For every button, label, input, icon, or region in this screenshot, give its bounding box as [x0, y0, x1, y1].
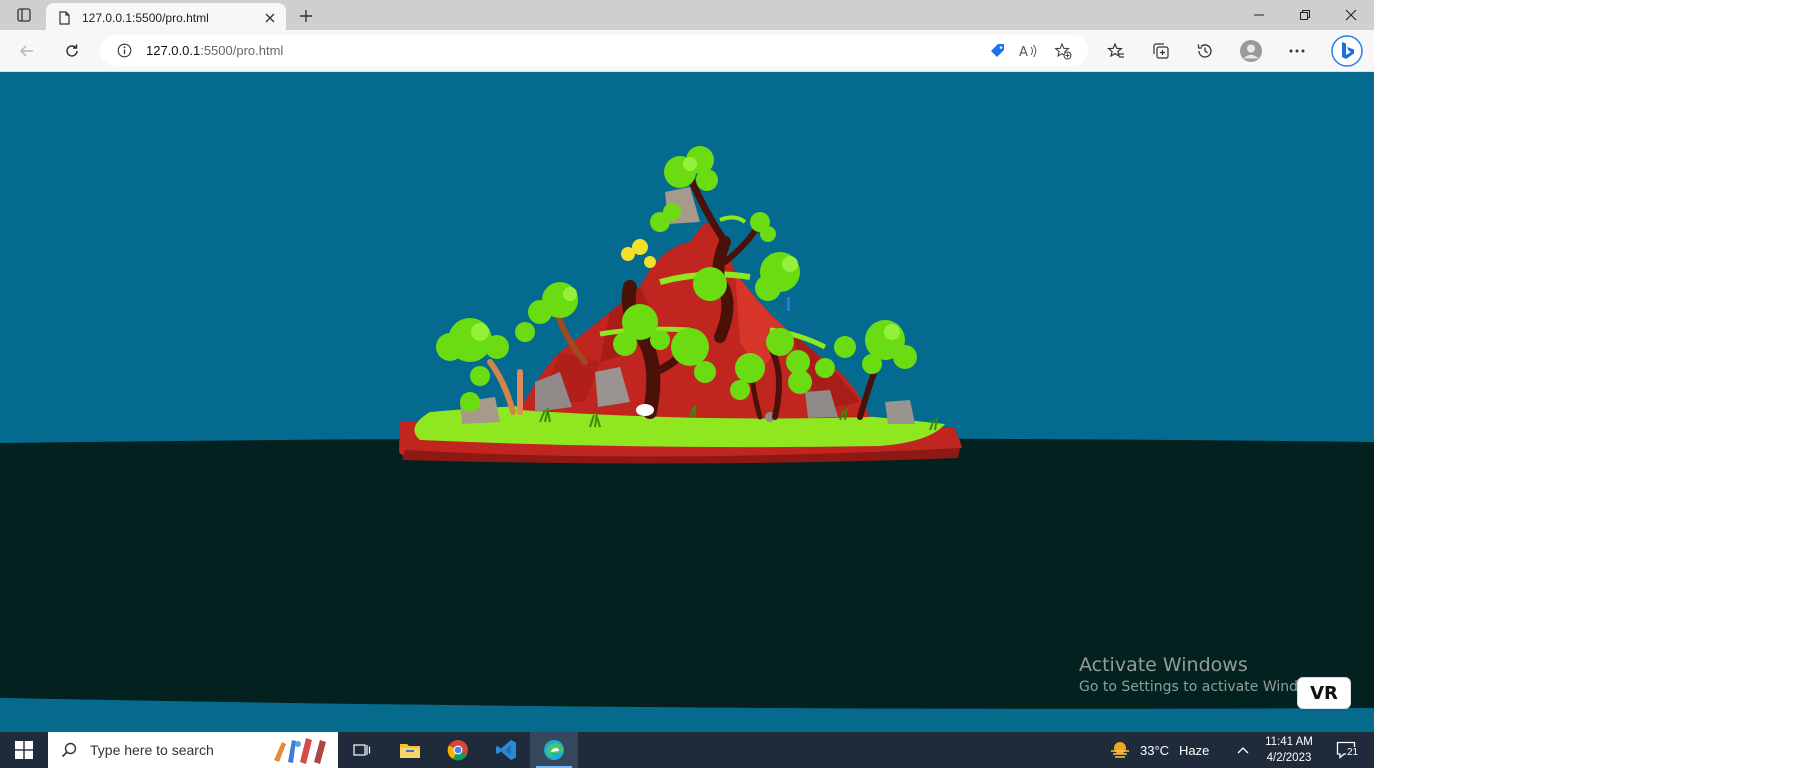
tray-clock[interactable]: 11:41 AM 4/2/2023	[1258, 732, 1320, 768]
info-icon[interactable]	[116, 43, 132, 59]
close-icon[interactable]	[258, 6, 282, 30]
clock-time: 11:41 AM	[1265, 736, 1313, 748]
webgl-canvas[interactable]: Activate Windows Go to Settings to activ…	[0, 72, 1374, 732]
profile-icon[interactable]	[1236, 36, 1266, 66]
vscode-icon[interactable]	[482, 732, 530, 768]
weather-temperature: 33°C	[1140, 742, 1170, 758]
url-text[interactable]: 127.0.0.1:5500/pro.html	[146, 43, 283, 58]
sheep	[636, 404, 654, 416]
page-icon	[58, 11, 70, 25]
minimize-icon[interactable]	[1236, 0, 1282, 30]
chevron-up-icon[interactable]	[1232, 732, 1254, 768]
svg-text:A: A	[1019, 45, 1028, 59]
weather-condition: Haze	[1179, 742, 1210, 758]
collections-icon[interactable]	[1146, 36, 1176, 66]
read-aloud-icon[interactable]: A	[1017, 41, 1039, 61]
tab-actions-icon[interactable]	[4, 0, 44, 30]
weather-haze-icon	[1108, 739, 1132, 762]
search-highlight-illustration	[274, 738, 326, 764]
search-placeholder: Type here to search	[90, 742, 214, 758]
windows-logo-icon[interactable]	[0, 732, 48, 768]
yellow-tree-foliage	[621, 239, 656, 268]
browser-toolbar: 127.0.0.1:5500/pro.html A	[0, 30, 1374, 72]
plus-icon[interactable]	[292, 3, 320, 29]
active-tab[interactable]: 127.0.0.1:5500/pro.html	[46, 3, 286, 33]
add-favorite-icon[interactable]	[1052, 41, 1074, 61]
url-host: 127.0.0.1	[146, 43, 201, 58]
more-icon[interactable]	[1282, 36, 1312, 66]
url-path: :5500/pro.html	[200, 43, 284, 58]
history-icon[interactable]	[1190, 36, 1220, 66]
restore-icon[interactable]	[1282, 0, 1328, 30]
vr-button[interactable]: VR	[1297, 677, 1351, 709]
edge-icon[interactable]	[530, 732, 578, 768]
tab-title: 127.0.0.1:5500/pro.html	[82, 11, 209, 25]
desktop-screen: 127.0.0.1:5500/pro.html 127.0.0.1:5500/p…	[0, 0, 1374, 768]
notification-count: 21	[1346, 747, 1360, 758]
back-arrow-icon[interactable]	[12, 36, 42, 66]
clock-date: 4/2/2023	[1266, 752, 1312, 764]
search-icon	[60, 741, 78, 759]
address-bar[interactable]: 127.0.0.1:5500/pro.html A	[100, 35, 1088, 66]
taskbar: Type here to search 33°C Haze 11:41 AM 4…	[0, 732, 1374, 768]
file-explorer-icon[interactable]	[386, 732, 434, 768]
refresh-icon[interactable]	[57, 36, 87, 66]
taskbar-search-box[interactable]: Type here to search	[48, 732, 338, 768]
close-window-icon[interactable]	[1328, 0, 1374, 30]
sea-surface	[0, 438, 1374, 709]
shopping-tag-icon[interactable]	[987, 41, 1009, 61]
tray-weather[interactable]: 33°C Haze	[1108, 732, 1209, 768]
island-scene	[0, 146, 1374, 732]
task-view-icon[interactable]	[338, 732, 386, 768]
notification-icon[interactable]: 21	[1326, 732, 1366, 768]
tab-strip: 127.0.0.1:5500/pro.html	[0, 0, 1374, 33]
chrome-icon[interactable]	[434, 732, 482, 768]
bing-icon[interactable]	[1330, 34, 1364, 68]
favorites-icon[interactable]	[1101, 36, 1131, 66]
